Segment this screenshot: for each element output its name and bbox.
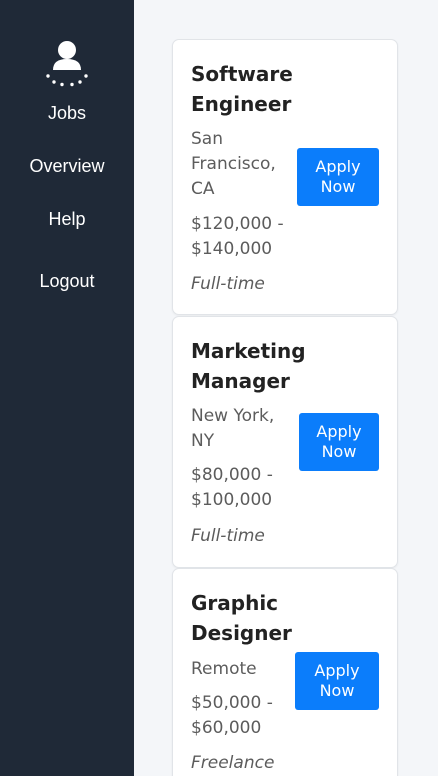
job-title: Graphic Designer xyxy=(191,588,292,648)
apply-now-button[interactable]: Apply Now xyxy=(299,413,379,471)
job-location-line: CA xyxy=(191,179,215,199)
job-location: New York, NY xyxy=(191,404,274,454)
job-salary: $50,000 - $60,000 xyxy=(191,691,273,741)
job-location: San Francisco, CA xyxy=(191,127,276,202)
apply-button-label: Apply xyxy=(315,157,361,176)
sidebar-item-overview[interactable]: Overview xyxy=(0,154,134,178)
job-title-line: Marketing xyxy=(191,339,306,363)
job-salary-line: $120,000 - xyxy=(191,214,284,234)
job-title: Marketing Manager xyxy=(191,336,306,396)
job-title-line: Software xyxy=(191,62,293,86)
job-location: Remote xyxy=(191,657,257,682)
user-icon xyxy=(46,41,88,87)
apply-button-label: Apply xyxy=(314,661,360,680)
apply-button-label: Apply xyxy=(316,422,362,441)
job-card: Software Engineer San Francisco, CA $120… xyxy=(172,39,398,315)
sidebar-item-help[interactable]: Help xyxy=(0,207,134,231)
job-salary: $120,000 - $140,000 xyxy=(191,212,284,262)
job-title-line: Engineer xyxy=(191,92,292,116)
job-type: Full-time xyxy=(191,526,265,546)
job-salary-line: $80,000 - xyxy=(191,465,273,485)
apply-now-button[interactable]: Apply Now xyxy=(297,148,379,206)
job-title-line: Graphic xyxy=(191,591,279,615)
job-location-line: Francisco, xyxy=(191,154,276,174)
job-salary-line: $140,000 xyxy=(191,239,273,259)
apply-button-label: Now xyxy=(320,177,356,196)
sidebar: Jobs Overview Help Logout xyxy=(0,0,134,776)
job-salary-line: $50,000 - xyxy=(191,693,273,713)
job-location-line: Remote xyxy=(191,659,257,679)
apply-button-label: Now xyxy=(321,442,357,461)
job-salary-line: $60,000 xyxy=(191,718,262,738)
job-location-line: San xyxy=(191,129,223,149)
job-card: Marketing Manager New York, NY $80,000 -… xyxy=(172,316,398,568)
job-title: Software Engineer xyxy=(191,59,293,119)
apply-now-button[interactable]: Apply Now xyxy=(295,652,379,710)
job-location-line: NY xyxy=(191,431,215,451)
job-type: Freelance xyxy=(191,753,275,773)
job-type: Full-time xyxy=(191,274,265,294)
sidebar-item-jobs[interactable]: Jobs xyxy=(0,101,134,125)
user-avatar-icon[interactable] xyxy=(42,38,92,88)
job-title-line: Designer xyxy=(191,621,292,645)
job-card: Graphic Designer Remote $50,000 - $60,00… xyxy=(172,568,398,776)
sidebar-item-logout[interactable]: Logout xyxy=(0,269,134,293)
job-title-line: Manager xyxy=(191,369,290,393)
apply-button-label: Now xyxy=(319,681,355,700)
job-location-line: New York, xyxy=(191,406,275,426)
job-salary: $80,000 - $100,000 xyxy=(191,463,273,513)
job-salary-line: $100,000 xyxy=(191,490,273,510)
